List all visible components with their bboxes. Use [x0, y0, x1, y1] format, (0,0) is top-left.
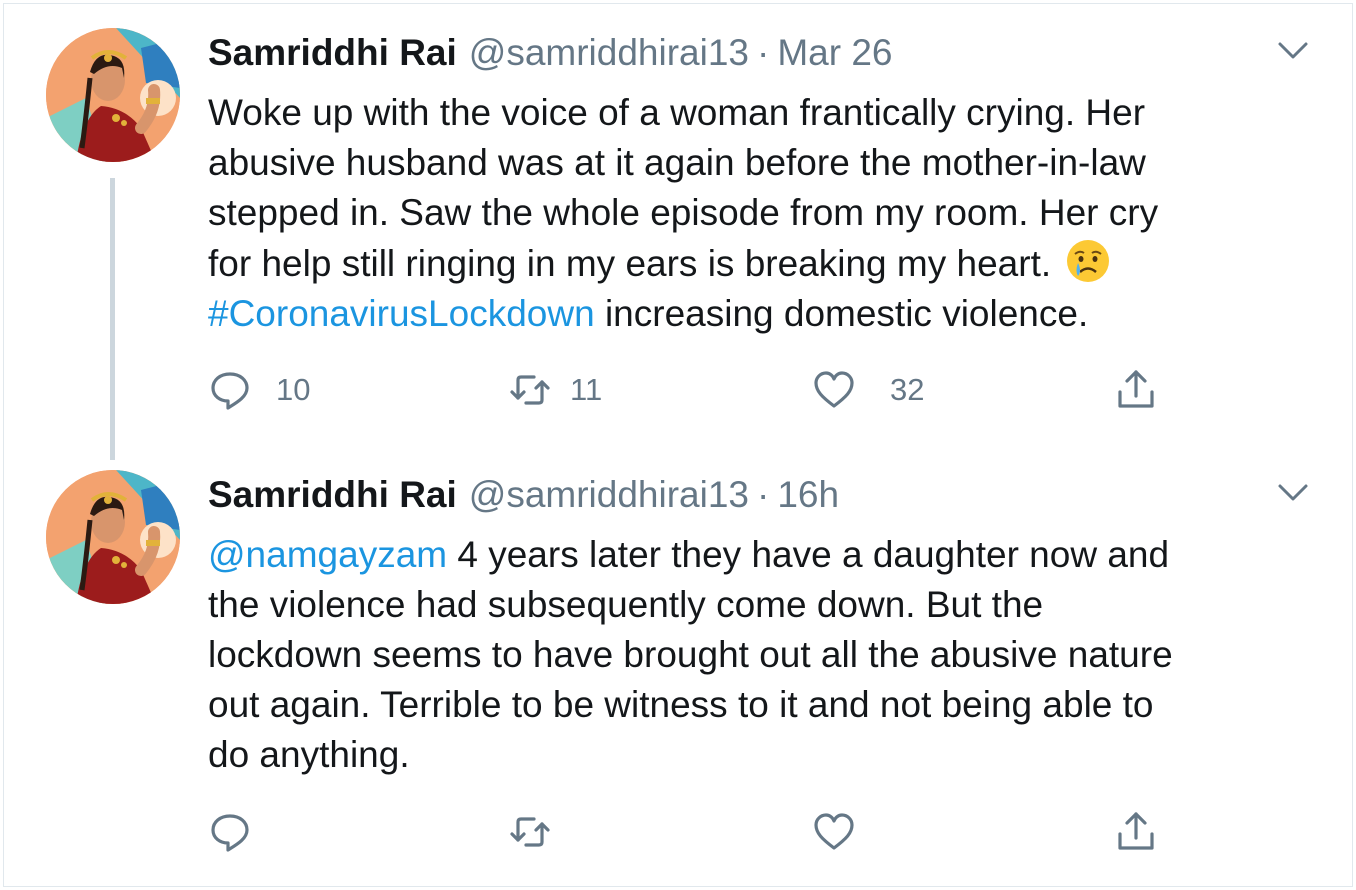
like-icon	[814, 813, 854, 850]
avatar-image	[46, 470, 180, 604]
tweet-text-line: Woke up with the voice of a woman franti…	[208, 92, 1146, 133]
crying-face	[1067, 240, 1110, 282]
tweet-timestamp[interactable]: Mar 26	[777, 32, 892, 74]
tweet-text-line: @namgayzam 4 years later they have a dau…	[208, 530, 1318, 580]
author-name[interactable]: Samriddhi Rai	[208, 32, 457, 74]
tweet-text-line: out again. Terrible to be witness to it …	[208, 684, 1154, 725]
tweet-text-segment: increasing domestic violence.	[594, 293, 1089, 334]
tweet-text-segment: for help still ringing in my ears is bre…	[208, 243, 1062, 284]
like-icon	[814, 371, 854, 408]
tweet-text-line: stepped in. Saw the whole episode from m…	[208, 192, 1159, 233]
tweet-text-line: #CoronavirusLockdown increasing domestic…	[208, 289, 1318, 339]
chevron-down-icon[interactable]	[1277, 40, 1309, 62]
reply-button[interactable]	[208, 810, 252, 854]
avatar-image	[46, 28, 180, 162]
like-count: 32	[890, 372, 925, 407]
retweet-icon	[510, 817, 550, 847]
author-name[interactable]: Samriddhi Rai	[208, 474, 457, 516]
share-button[interactable]	[1114, 368, 1158, 412]
tweet-header: Samriddhi Rai @samriddhirai13 · 16h	[208, 474, 839, 518]
tweet-actions	[208, 810, 1168, 854]
hashtag-link[interactable]: #CoronavirusLockdown	[208, 293, 595, 334]
tweet-text-segment: 4 years later they have a daughter now a…	[447, 534, 1170, 575]
avatar[interactable]	[46, 28, 180, 162]
tweet-text: @namgayzam 4 years later they have a dau…	[208, 530, 1318, 780]
tweet-text-line: the violence had subsequently come down.…	[208, 584, 1044, 625]
separator-dot: ·	[757, 32, 770, 73]
tweet-actions: 10 11 32	[208, 368, 1168, 412]
reply-button[interactable]: 10	[208, 368, 310, 412]
chevron-down-icon[interactable]	[1277, 482, 1309, 504]
tweet-header: Samriddhi Rai @samriddhirai13 · Mar 26	[208, 32, 893, 76]
tweet-text-line: for help still ringing in my ears is bre…	[208, 238, 1318, 289]
tweet-text: Woke up with the voice of a woman franti…	[208, 88, 1318, 339]
retweet-button[interactable]: 11	[508, 368, 602, 412]
reply-icon	[211, 372, 249, 410]
share-button[interactable]	[1114, 810, 1158, 854]
share-icon	[1118, 370, 1154, 408]
share-icon	[1118, 812, 1154, 850]
tweet-timestamp[interactable]: 16h	[777, 474, 839, 516]
reply-count: 10	[276, 372, 311, 407]
tweet-text-line: abusive husband was at it again before t…	[208, 142, 1146, 183]
separator-dot: ·	[757, 474, 770, 515]
like-button[interactable]: 32	[812, 368, 924, 412]
like-button[interactable]	[812, 810, 856, 854]
author-handle[interactable]: @samriddhirai13	[469, 474, 749, 516]
avatar[interactable]	[46, 470, 180, 604]
retweet-icon	[510, 375, 550, 405]
tweet-text-line: do anything.	[208, 734, 410, 775]
thread-connector-line	[110, 178, 115, 460]
tweet-text-line: lockdown seems to have brought out all t…	[208, 634, 1173, 675]
retweet-count: 11	[570, 372, 603, 407]
retweet-button[interactable]	[508, 810, 552, 854]
reply-icon	[211, 814, 249, 852]
author-handle[interactable]: @samriddhirai13	[469, 32, 749, 74]
mention-link[interactable]: @namgayzam	[208, 534, 447, 575]
